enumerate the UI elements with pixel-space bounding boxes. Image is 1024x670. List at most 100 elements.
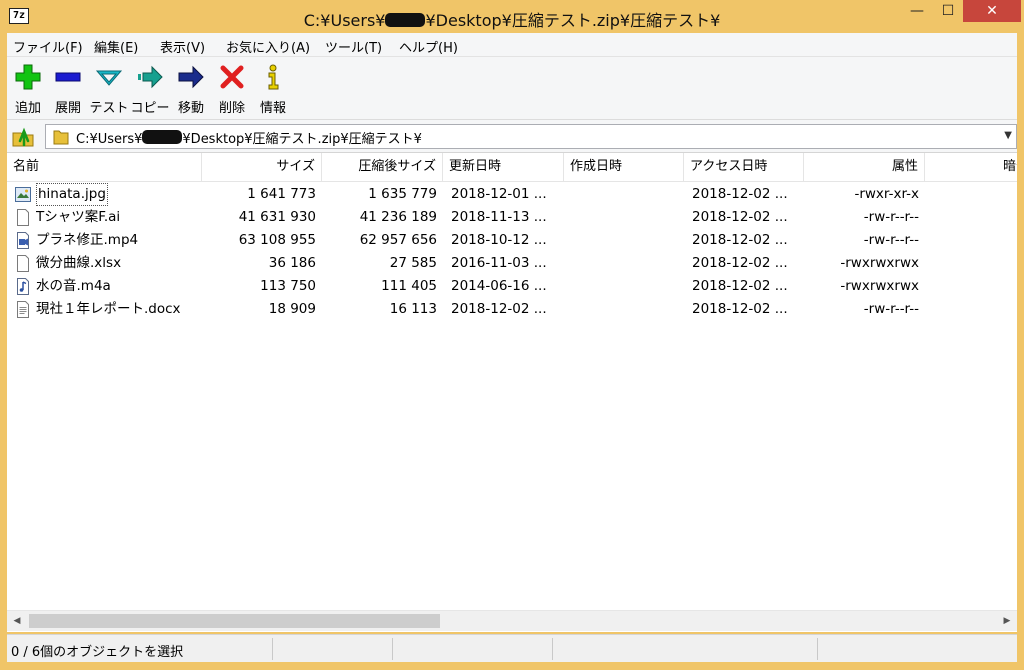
document-file-icon	[17, 255, 29, 272]
table-row[interactable]: hinata.jpg 1 641 773 1 635 779 2018-12-0…	[7, 183, 1017, 206]
file-attributes: -rw-r--r--	[863, 209, 919, 225]
move-button[interactable]: 移動	[171, 61, 211, 116]
address-row: C:¥Users¥ ¥Desktop¥圧縮テスト.zip¥圧縮テスト¥ ▼	[7, 120, 1017, 152]
delete-icon	[220, 65, 244, 89]
audio-file-icon	[17, 278, 29, 295]
file-modified: 2016-11-03 ...	[451, 255, 547, 271]
add-icon	[15, 64, 41, 90]
status-divider	[552, 638, 553, 660]
parent-folder-button[interactable]	[11, 125, 39, 149]
file-packed-size: 27 585	[389, 255, 437, 271]
column-header-name[interactable]: 名前	[7, 153, 202, 181]
file-created	[570, 206, 680, 229]
file-name: Tシャツ案F.ai	[36, 209, 121, 225]
file-size: 113 750	[260, 278, 316, 294]
status-divider	[817, 638, 818, 660]
file-attributes: -rwxr-xr-x	[854, 186, 919, 202]
menu-bar: ファイル(F) 編集(E) 表示(V) お気に入り(A) ツール(T) ヘルプ(…	[7, 33, 1017, 57]
minimize-button[interactable]: —	[903, 0, 931, 22]
window-title: C:¥Users¥ ¥Desktop¥圧縮テスト.zip¥圧縮テスト¥	[0, 7, 1024, 31]
table-row[interactable]: 水の音.m4a 113 750 111 405 2014-06-16 ... 2…	[7, 275, 1017, 298]
file-modified: 2018-12-02 ...	[451, 301, 547, 317]
info-icon	[268, 64, 279, 90]
extract-button[interactable]: 展開	[48, 61, 88, 116]
folder-icon	[53, 130, 69, 145]
file-size: 1 641 773	[247, 186, 316, 202]
file-attributes: -rwxrwxrwx	[840, 255, 919, 271]
menu-favorites[interactable]: お気に入り(A)	[226, 37, 310, 56]
address-path: C:¥Users¥ ¥Desktop¥圧縮テスト.zip¥圧縮テスト¥	[76, 128, 422, 147]
chevron-down-icon[interactable]: ▼	[1004, 130, 1012, 141]
column-header-attributes[interactable]: 属性	[804, 153, 925, 181]
menu-edit[interactable]: 編集(E)	[94, 37, 138, 56]
file-size: 63 108 955	[238, 232, 316, 248]
column-header-modified[interactable]: 更新日時	[443, 153, 564, 181]
file-attributes: -rw-r--r--	[863, 232, 919, 248]
column-header-accessed[interactable]: アクセス日時	[684, 153, 804, 181]
file-packed-size: 41 236 189	[359, 209, 437, 225]
extract-icon	[55, 72, 81, 82]
file-name: 現社１年レポート.docx	[36, 301, 181, 317]
file-size: 36 186	[268, 255, 316, 271]
file-size: 41 631 930	[238, 209, 316, 225]
column-header-packed-size[interactable]: 圧縮後サイズ	[322, 153, 443, 181]
scroll-right-icon[interactable]: ▶	[997, 611, 1017, 631]
file-accessed: 2018-12-02 ...	[692, 209, 788, 225]
file-packed-size: 62 957 656	[359, 232, 437, 248]
file-created	[570, 183, 680, 206]
column-header-created[interactable]: 作成日時	[564, 153, 684, 181]
window-title-suffix: ¥Desktop¥圧縮テスト.zip¥圧縮テスト¥	[425, 11, 721, 30]
test-icon	[95, 70, 123, 86]
title-bar[interactable]: 7z C:¥Users¥ ¥Desktop¥圧縮テスト.zip¥圧縮テスト¥ — …	[0, 0, 1024, 33]
file-modified: 2018-10-12 ...	[451, 232, 547, 248]
move-icon	[178, 65, 204, 89]
test-button[interactable]: テスト	[89, 61, 129, 116]
folder-up-icon	[12, 127, 34, 147]
file-accessed: 2018-12-02 ...	[692, 186, 788, 202]
file-modified: 2018-11-13 ...	[451, 209, 547, 225]
maximize-button[interactable]: ☐	[934, 0, 962, 22]
app-window: 7z C:¥Users¥ ¥Desktop¥圧縮テスト.zip¥圧縮テスト¥ — …	[0, 0, 1024, 670]
file-name: hinata.jpg	[36, 183, 108, 206]
delete-button[interactable]: 削除	[212, 61, 252, 116]
file-accessed: 2018-12-02 ...	[692, 232, 788, 248]
file-accessed: 2018-12-02 ...	[692, 278, 788, 294]
status-bar: 0 / 6個のオブジェクトを選択	[7, 634, 1017, 662]
image-file-icon	[15, 187, 31, 202]
copy-button[interactable]: コピー	[130, 61, 170, 116]
table-row[interactable]: Tシャツ案F.ai 41 631 930 41 236 189 2018-11-…	[7, 206, 1017, 229]
menu-tools[interactable]: ツール(T)	[325, 37, 382, 56]
status-divider	[392, 638, 393, 660]
file-size: 18 909	[268, 301, 316, 317]
file-attributes: -rwxrwxrwx	[840, 278, 919, 294]
selection-status: 0 / 6個のオブジェクトを選択	[11, 645, 184, 660]
redacted-username	[385, 13, 426, 27]
scroll-left-icon[interactable]: ◀	[7, 611, 27, 631]
table-row[interactable]: 微分曲線.xlsx 36 186 27 585 2016-11-03 ... 2…	[7, 252, 1017, 275]
file-created	[570, 252, 680, 275]
file-packed-size: 16 113	[389, 301, 437, 317]
file-name: プラネ修正.mp4	[36, 232, 139, 248]
file-accessed: 2018-12-02 ...	[692, 301, 788, 317]
info-label: 情報	[259, 101, 286, 116]
table-row[interactable]: 現社１年レポート.docx 18 909 16 113 2018-12-02 .…	[7, 298, 1017, 321]
file-attributes: -rw-r--r--	[863, 301, 919, 317]
column-header-encrypted[interactable]: 暗号	[925, 153, 1017, 181]
horizontal-scrollbar[interactable]: ◀ ▶	[7, 610, 1017, 631]
menu-view[interactable]: 表示(V)	[160, 37, 205, 56]
menu-file[interactable]: ファイル(F)	[13, 37, 83, 56]
info-button[interactable]: 情報	[253, 61, 293, 116]
scrollbar-thumb[interactable]	[29, 614, 440, 628]
copy-icon	[138, 65, 163, 89]
table-row[interactable]: プラネ修正.mp4 63 108 955 62 957 656 2018-10-…	[7, 229, 1017, 252]
file-name: 微分曲線.xlsx	[36, 255, 122, 271]
column-header-size[interactable]: サイズ	[202, 153, 322, 181]
menu-help[interactable]: ヘルプ(H)	[399, 37, 458, 56]
file-modified: 2014-06-16 ...	[451, 278, 547, 294]
close-button[interactable]: ✕	[963, 0, 1021, 22]
file-created	[570, 298, 680, 321]
address-field[interactable]: C:¥Users¥ ¥Desktop¥圧縮テスト.zip¥圧縮テスト¥ ▼	[45, 124, 1017, 149]
file-packed-size: 1 635 779	[368, 186, 437, 202]
file-list[interactable]: 名前 サイズ 圧縮後サイズ 更新日時 作成日時 アクセス日時 属性 暗号 hin…	[7, 152, 1017, 632]
status-divider	[272, 638, 273, 660]
